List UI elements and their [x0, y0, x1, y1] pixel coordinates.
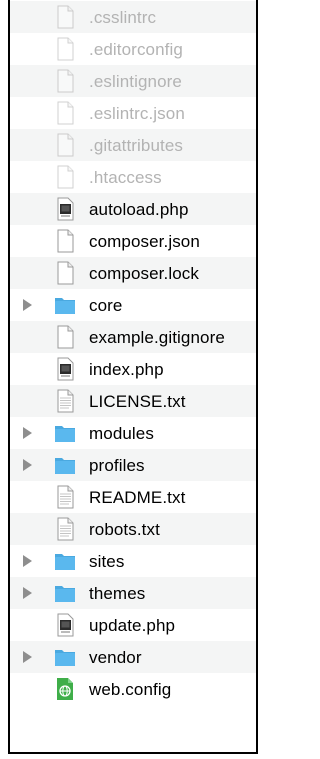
file-name: .eslintignore	[89, 72, 182, 91]
disclosure-triangle-icon[interactable]	[23, 651, 32, 663]
blank-document-icon	[52, 69, 78, 93]
blank-document-icon	[52, 165, 78, 189]
blank-document-icon	[52, 37, 78, 61]
file-row[interactable]: .gitattributes	[10, 129, 256, 161]
file-row[interactable]: web.config	[10, 673, 256, 705]
file-row[interactable]: .csslintrc	[10, 1, 256, 33]
file-name: profiles	[89, 456, 145, 475]
file-row[interactable]: .eslintignore	[10, 65, 256, 97]
blank-document-icon	[52, 5, 78, 29]
disclosure-triangle-icon[interactable]	[23, 555, 32, 567]
folder-row[interactable]: vendor	[10, 641, 256, 673]
config-file-icon	[52, 677, 78, 701]
file-name: composer.lock	[89, 264, 199, 283]
file-row[interactable]: update.php	[10, 609, 256, 641]
disclosure-triangle-icon[interactable]	[23, 587, 32, 599]
folder-row[interactable]: themes	[10, 577, 256, 609]
file-name: autoload.php	[89, 200, 189, 219]
file-list: .csslintrc .editorconfig .eslintignore .esl…	[8, 0, 258, 754]
folder-icon	[52, 293, 78, 317]
file-name: modules	[89, 424, 154, 443]
file-row[interactable]: autoload.php	[10, 193, 256, 225]
file-name: README.txt	[89, 488, 186, 507]
folder-row[interactable]: profiles	[10, 449, 256, 481]
blank-document-icon	[52, 261, 78, 285]
file-row[interactable]: example.gitignore	[10, 321, 256, 353]
php-file-icon	[52, 357, 78, 381]
php-file-icon	[52, 613, 78, 637]
file-name: example.gitignore	[89, 328, 225, 347]
text-document-icon	[52, 517, 78, 541]
blank-document-icon	[52, 133, 78, 157]
file-name: sites	[89, 552, 125, 571]
folder-icon	[52, 421, 78, 445]
disclosure-triangle-icon[interactable]	[23, 459, 32, 471]
disclosure-triangle-icon[interactable]	[23, 299, 32, 311]
file-name: .gitattributes	[89, 136, 184, 155]
folder-icon	[52, 549, 78, 573]
file-name: .eslintrc.json	[89, 104, 185, 123]
file-name: core	[89, 296, 123, 315]
file-row[interactable]: .htaccess	[10, 161, 256, 193]
blank-document-icon	[52, 101, 78, 125]
text-document-icon	[52, 485, 78, 509]
file-name: LICENSE.txt	[89, 392, 186, 411]
file-name: .editorconfig	[89, 40, 183, 59]
php-file-icon	[52, 197, 78, 221]
file-row[interactable]: composer.lock	[10, 257, 256, 289]
folder-icon	[52, 645, 78, 669]
file-name: robots.txt	[89, 520, 160, 539]
file-row[interactable]: LICENSE.txt	[10, 385, 256, 417]
file-name: composer.json	[89, 232, 200, 251]
file-name: vendor	[89, 648, 142, 667]
file-row[interactable]: composer.json	[10, 225, 256, 257]
file-name: themes	[89, 584, 146, 603]
folder-icon	[52, 453, 78, 477]
blank-document-icon	[52, 229, 78, 253]
file-row[interactable]: robots.txt	[10, 513, 256, 545]
file-row[interactable]: README.txt	[10, 481, 256, 513]
file-name: web.config	[89, 680, 172, 699]
folder-row[interactable]: modules	[10, 417, 256, 449]
file-row[interactable]: index.php	[10, 353, 256, 385]
file-name: index.php	[89, 360, 164, 379]
folder-row[interactable]: sites	[10, 545, 256, 577]
file-name: .htaccess	[89, 168, 162, 187]
file-row[interactable]: .editorconfig	[10, 33, 256, 65]
text-document-icon	[52, 389, 78, 413]
file-row[interactable]: .eslintrc.json	[10, 97, 256, 129]
folder-icon	[52, 581, 78, 605]
folder-row[interactable]: core	[10, 289, 256, 321]
file-name: update.php	[89, 616, 176, 635]
file-name: .csslintrc	[89, 8, 157, 27]
disclosure-triangle-icon[interactable]	[23, 427, 32, 439]
blank-document-icon	[52, 325, 78, 349]
